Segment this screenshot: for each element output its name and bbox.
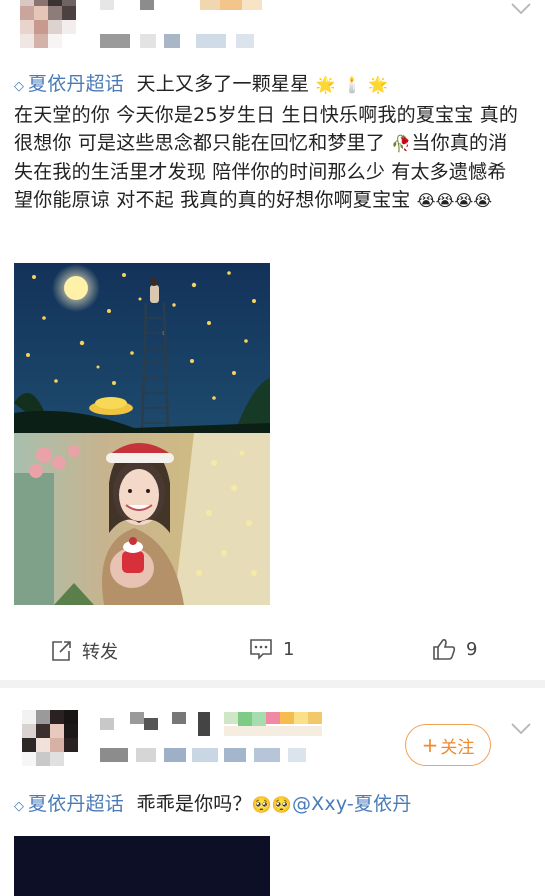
comment-button[interactable]: 1 xyxy=(249,638,294,660)
plus-icon: + xyxy=(421,733,439,757)
christmas-photo-image[interactable] xyxy=(14,433,270,605)
chevron-down-icon[interactable] xyxy=(510,2,532,16)
like-button[interactable]: 9 xyxy=(432,638,477,660)
post-meta-blurred xyxy=(100,34,270,50)
diamond-icon: ◇ xyxy=(14,79,25,94)
chevron-down-icon[interactable] xyxy=(510,722,532,736)
pleading-emoji: 🥺🥺 xyxy=(251,795,292,814)
star-emoji: 🌟 xyxy=(315,75,336,94)
post-text-line1: 天上又多了一颗星星 xyxy=(136,73,310,95)
follow-button[interactable]: + 关注 xyxy=(405,724,491,766)
diamond-icon: ◇ xyxy=(14,799,25,814)
wilted-rose-emoji: 🥀 xyxy=(391,134,412,153)
topic-link[interactable]: ◇ 夏依丹超话 xyxy=(14,73,124,95)
comment-count: 1 xyxy=(283,638,295,660)
weibo-post-2: + 关注 ◇ 夏依丹超话 乖乖是你吗？🥺🥺@Xxy-夏依丹 xyxy=(0,688,545,896)
post-text-body: 乖乖是你吗？ xyxy=(136,793,252,815)
night-sky-image[interactable] xyxy=(14,263,270,433)
post-divider xyxy=(0,680,545,688)
comment-icon xyxy=(250,639,272,660)
share-icon xyxy=(52,641,71,661)
topic-link[interactable]: ◇ 夏依丹超话 xyxy=(14,793,124,815)
repost-button[interactable]: 转发 xyxy=(50,638,118,664)
star-emoji-2: 🌟 xyxy=(368,75,389,94)
weibo-post-1: ◇ 夏依丹超话 天上又多了一颗星星 🌟 🕯️ 🌟 在天堂的你 今天你是25岁生日 … xyxy=(0,0,545,680)
post-text: ◇ 夏依丹超话 乖乖是你吗？🥺🥺@Xxy-夏依丹 xyxy=(14,790,525,821)
thumbs-up-icon xyxy=(433,639,456,660)
post-text: ◇ 夏依丹超话 天上又多了一颗星星 🌟 🕯️ 🌟 在天堂的你 今天你是25岁生日 … xyxy=(14,70,525,215)
post-image[interactable] xyxy=(14,836,270,896)
user-name-blurred[interactable] xyxy=(100,0,270,18)
mention-link[interactable]: @Xxy-夏依丹 xyxy=(292,793,412,815)
action-bar: 转发 1 9 xyxy=(0,624,545,678)
avatar[interactable] xyxy=(20,0,76,48)
like-count: 9 xyxy=(466,638,478,660)
repost-label: 转发 xyxy=(82,642,118,663)
candle-emoji: 🕯️ xyxy=(341,75,363,94)
avatar[interactable] xyxy=(22,710,78,766)
user-name-blurred[interactable] xyxy=(100,712,330,738)
crying-emoji: 😭😭😭😭 xyxy=(416,191,493,210)
follow-label: 关注 xyxy=(440,737,475,758)
post-meta-blurred xyxy=(100,748,320,764)
